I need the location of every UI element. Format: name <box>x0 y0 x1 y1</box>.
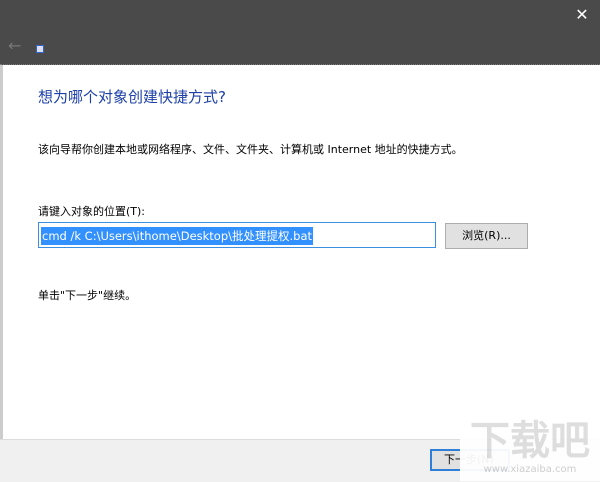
location-value[interactable]: cmd /k C:\Users\ithome\Desktop\批处理提权.bat <box>41 227 314 245</box>
browse-button[interactable]: 浏览(R)... <box>445 223 528 249</box>
location-label: 请键入对象的位置(T): <box>38 205 146 218</box>
wizard-content <box>0 65 600 439</box>
close-button[interactable]: ✕ <box>570 4 594 26</box>
page-title: 想为哪个对象创建快捷方式? <box>38 88 226 106</box>
hint-text: 单击"下一步"继续。 <box>38 289 137 302</box>
description: 该向导帮你创建本地或网络程序、文件、文件夹、计算机或 Internet 地址的快… <box>38 143 463 156</box>
shortcut-icon <box>36 45 44 53</box>
location-input[interactable]: cmd /k C:\Users\ithome\Desktop\批处理提权.bat <box>38 222 436 248</box>
watermark-logo: 下载吧 www.xiazaiba.com <box>460 418 600 481</box>
title-bar: ✕ ← <box>0 0 600 65</box>
back-arrow-icon[interactable]: ← <box>8 36 21 55</box>
